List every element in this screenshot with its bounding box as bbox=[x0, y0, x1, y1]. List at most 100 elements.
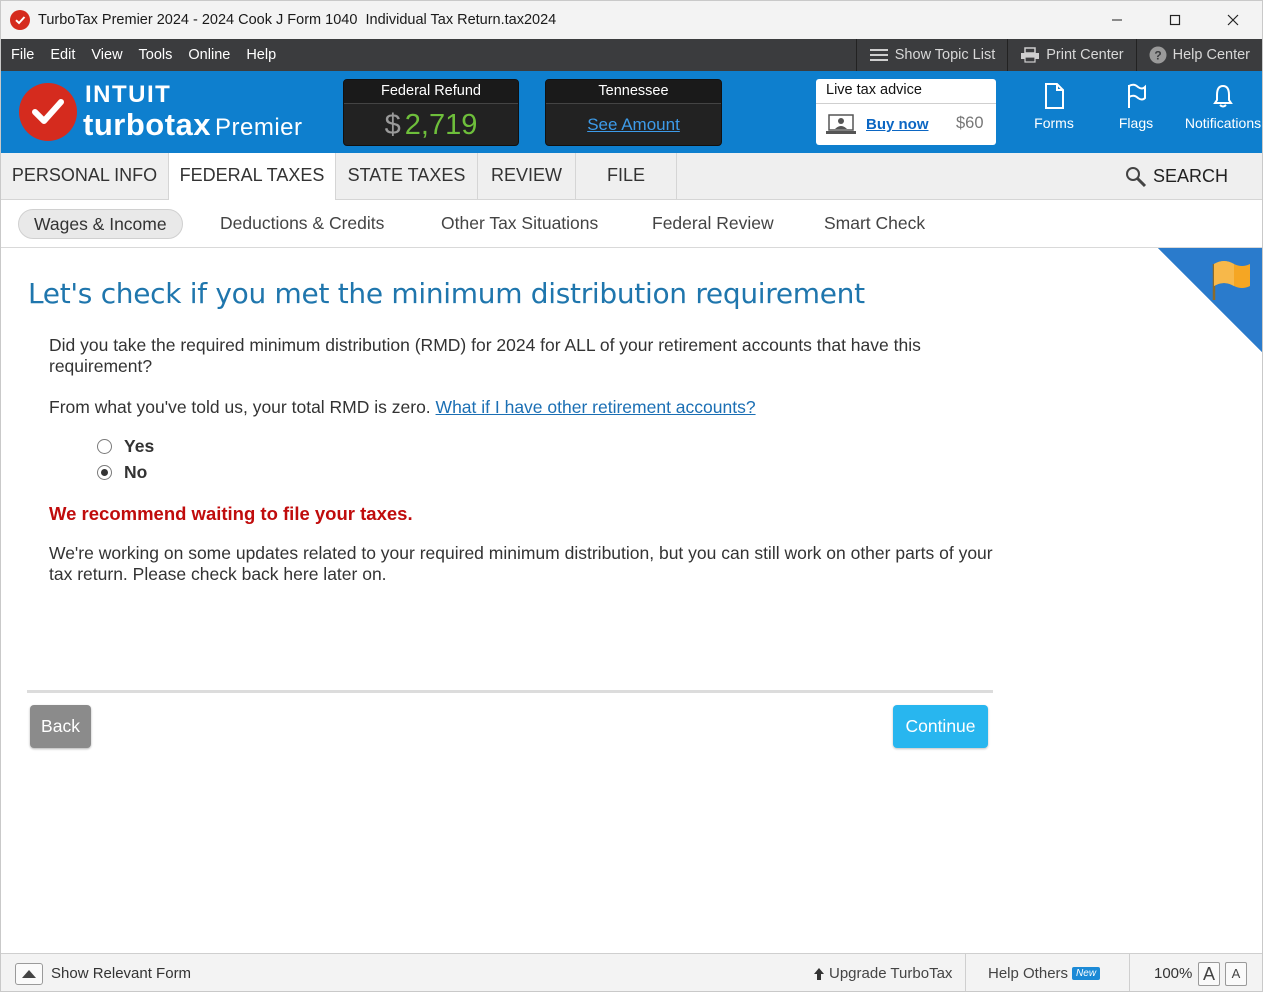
menu-view[interactable]: View bbox=[83, 39, 130, 71]
subtab-other-tax-situations[interactable]: Other Tax Situations bbox=[441, 209, 598, 239]
turbotax-check-icon bbox=[10, 10, 30, 30]
back-button[interactable]: Back bbox=[30, 705, 91, 748]
intuit-wordmark: INTUIT bbox=[85, 81, 172, 108]
tab-personal-info[interactable]: PERSONAL INFO bbox=[1, 153, 169, 200]
status-separator bbox=[1129, 954, 1130, 991]
main-tabs: PERSONAL INFO FEDERAL TAXES STATE TAXES … bbox=[1, 153, 1262, 201]
title-bar: TurboTax Premier 2024 - 2024 Cook J Form… bbox=[1, 1, 1262, 39]
svg-text:?: ? bbox=[1154, 49, 1161, 63]
tab-file[interactable]: FILE bbox=[576, 153, 677, 200]
page-title: Let's check if you met the minimum distr… bbox=[28, 277, 865, 310]
radio-yes[interactable] bbox=[97, 439, 112, 454]
rmd-text: From what you've told us, your total RMD… bbox=[49, 397, 431, 417]
close-icon bbox=[1227, 14, 1239, 26]
upgrade-turbotax-button[interactable]: Upgrade TurboTax bbox=[813, 965, 952, 982]
search-label: SEARCH bbox=[1153, 166, 1229, 186]
new-badge: New bbox=[1072, 967, 1101, 980]
live-tax-advice-title: Live tax advice bbox=[826, 82, 922, 98]
flags-label: Flags bbox=[1118, 115, 1154, 131]
subtab-wages-income[interactable]: Wages & Income bbox=[18, 209, 183, 239]
option-no[interactable]: No bbox=[97, 462, 147, 483]
federal-refund-amount: $2,719 bbox=[344, 104, 518, 145]
menu-edit[interactable]: Edit bbox=[42, 39, 83, 71]
forms-label: Forms bbox=[1034, 115, 1074, 131]
show-topic-list-label: Show Topic List bbox=[894, 47, 996, 63]
tab-state-taxes[interactable]: STATE TAXES bbox=[336, 153, 478, 200]
advice-divider bbox=[816, 103, 996, 104]
edition-name: Premier bbox=[215, 114, 303, 141]
radio-no[interactable] bbox=[97, 465, 112, 480]
help-center-label: Help Center bbox=[1172, 47, 1250, 63]
upgrade-label: Upgrade TurboTax bbox=[829, 965, 953, 982]
maximize-icon bbox=[1169, 14, 1181, 26]
minimize-icon bbox=[1112, 19, 1122, 21]
brand-bar: INTUIT turbotax Premier Federal Refund $2… bbox=[1, 71, 1262, 153]
minimize-button[interactable] bbox=[1088, 1, 1146, 39]
turbotax-window: TurboTax Premier 2024 - 2024 Cook J Form… bbox=[0, 0, 1263, 992]
state-refund-amount: See Amount bbox=[546, 104, 721, 145]
window-title: TurboTax Premier 2024 - 2024 Cook J Form… bbox=[38, 12, 557, 28]
sub-tabs: Wages & Income Deductions & Credits Othe… bbox=[1, 200, 1262, 248]
print-center-label: Print Center bbox=[1046, 47, 1124, 63]
status-bar: Show Relevant Form Upgrade TurboTax Help… bbox=[1, 953, 1262, 991]
print-center-button[interactable]: Print Center bbox=[1007, 39, 1135, 71]
printer-icon bbox=[1021, 47, 1040, 63]
menu-file[interactable]: File bbox=[1, 39, 42, 71]
option-yes-label: Yes bbox=[124, 436, 155, 456]
turbotax-wordmark: turbotax Premier bbox=[83, 107, 303, 143]
state-refund-label: Tennessee bbox=[546, 80, 721, 104]
laptop-expert-icon bbox=[826, 114, 856, 134]
option-no-label: No bbox=[124, 462, 148, 482]
menu-help[interactable]: Help bbox=[238, 39, 284, 71]
list-icon bbox=[869, 49, 888, 61]
subtab-deductions-credits[interactable]: Deductions & Credits bbox=[220, 209, 384, 239]
search-icon bbox=[1126, 166, 1147, 187]
flag-corner-icon[interactable] bbox=[1158, 248, 1262, 352]
help-others-label: Help Others bbox=[988, 965, 1069, 982]
live-tax-advice-box: Live tax advice Buy now $60 bbox=[816, 79, 996, 145]
menu-bar: File Edit View Tools Online Help Show To… bbox=[1, 39, 1262, 71]
zoom-level: 100% bbox=[1154, 965, 1193, 982]
status-separator bbox=[965, 954, 966, 991]
flags-button[interactable]: Flags bbox=[1113, 83, 1159, 131]
close-button[interactable] bbox=[1204, 1, 1262, 39]
window-controls bbox=[1088, 1, 1262, 39]
help-circle-icon: ? bbox=[1149, 46, 1167, 64]
advice-price: $60 bbox=[956, 114, 984, 132]
show-form-toggle[interactable] bbox=[15, 963, 43, 985]
bell-icon bbox=[1213, 84, 1233, 108]
refund-currency: $ bbox=[384, 109, 401, 141]
search-button[interactable]: SEARCH bbox=[1125, 153, 1228, 200]
menu-tools-right: Show Topic List Print Center ? Help Cent… bbox=[855, 39, 1262, 71]
see-amount-link[interactable]: See Amount bbox=[587, 115, 680, 134]
menu-online[interactable]: Online bbox=[180, 39, 238, 71]
subtab-smart-check[interactable]: Smart Check bbox=[824, 209, 925, 239]
subtab-federal-review[interactable]: Federal Review bbox=[652, 209, 774, 239]
tab-review[interactable]: REVIEW bbox=[478, 153, 576, 200]
notifications-button[interactable]: Notifications bbox=[1181, 83, 1262, 131]
show-relevant-form-label[interactable]: Show Relevant Form bbox=[51, 965, 191, 982]
turbotax-logo-icon bbox=[19, 83, 77, 141]
forms-button[interactable]: Forms bbox=[1031, 83, 1077, 131]
decrease-font-button[interactable]: A bbox=[1225, 962, 1247, 986]
maximize-button[interactable] bbox=[1146, 1, 1204, 39]
option-yes[interactable]: Yes bbox=[97, 436, 154, 457]
menu-tools[interactable]: Tools bbox=[131, 39, 181, 71]
other-retirement-accounts-link[interactable]: What if I have other retirement accounts… bbox=[436, 397, 756, 417]
content-divider bbox=[27, 690, 993, 693]
rmd-info: From what you've told us, your total RMD… bbox=[49, 397, 994, 418]
warning-message: We recommend waiting to file your taxes. bbox=[49, 503, 413, 524]
continue-button[interactable]: Continue bbox=[893, 705, 988, 748]
increase-font-button[interactable]: A bbox=[1198, 962, 1220, 986]
help-center-button[interactable]: ? Help Center bbox=[1135, 39, 1262, 71]
federal-refund-box[interactable]: Federal Refund $2,719 bbox=[343, 79, 519, 146]
federal-refund-label: Federal Refund bbox=[344, 80, 518, 104]
tab-federal-taxes[interactable]: FEDERAL TAXES bbox=[169, 153, 336, 201]
product-name: turbotax bbox=[83, 107, 211, 142]
refund-value: 2,719 bbox=[404, 109, 478, 141]
rmd-question: Did you take the required minimum distri… bbox=[49, 335, 921, 376]
buy-now-link[interactable]: Buy now bbox=[866, 116, 929, 133]
flag-icon bbox=[1128, 83, 1146, 108]
show-topic-list-button[interactable]: Show Topic List bbox=[855, 39, 1007, 71]
help-others-button[interactable]: Help Others New bbox=[988, 965, 1101, 982]
